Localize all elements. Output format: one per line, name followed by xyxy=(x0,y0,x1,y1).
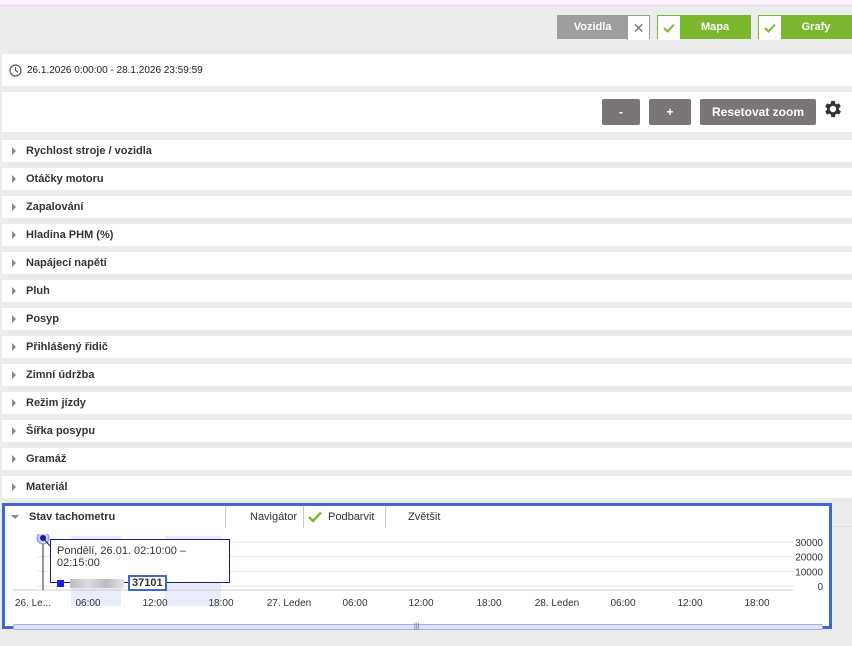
expand-arrow-icon[interactable] xyxy=(12,483,16,491)
expand-arrow-icon[interactable] xyxy=(12,399,16,407)
x-tick-label: 12:00 xyxy=(408,598,433,609)
chart-section-row[interactable]: Gramáž xyxy=(2,448,852,470)
section-label: Zimní údržba xyxy=(26,369,95,381)
series-marker-icon xyxy=(57,579,64,587)
x-tick-label: 26. Le... xyxy=(15,598,51,609)
close-icon[interactable]: ✕ xyxy=(627,16,649,40)
expand-arrow-icon[interactable] xyxy=(12,175,16,183)
section-label: Pluh xyxy=(26,285,50,297)
section-label: Napájecí napětí xyxy=(26,257,107,269)
section-label: Rychlost stroje / vozidla xyxy=(26,145,152,157)
section-label: Otáčky motoru xyxy=(26,173,104,185)
chart-title: Stav tachometru xyxy=(29,511,116,523)
y-tick-label: 30000 xyxy=(795,538,823,549)
clock-icon xyxy=(9,63,22,77)
expand-arrow-icon[interactable] xyxy=(12,287,16,295)
tooltip-date: Pondělí, 26.01. 02:10:00 – 02:15:00 xyxy=(57,545,187,569)
zvetsit-option[interactable]: Zvětšit xyxy=(385,506,465,528)
x-tick-label: 18:00 xyxy=(744,598,769,609)
chart-section-row[interactable]: Pluh xyxy=(2,280,852,302)
grafy-label: Grafy xyxy=(781,16,851,38)
x-tick-label: 28. Leden xyxy=(535,598,580,609)
chart-section-row[interactable]: Přihlášený řidič xyxy=(2,336,852,358)
y-tick-label: 20000 xyxy=(795,553,823,564)
x-tick-label: 27. Leden xyxy=(267,598,312,609)
x-tick-label: 18:00 xyxy=(476,598,501,609)
zoom-out-button[interactable]: - xyxy=(602,99,640,125)
date-range-bar: 26.1.2026 0:00:00 - 28.1.2026 23:59:59 xyxy=(2,54,852,86)
scroll-grip-icon[interactable]: ||| xyxy=(414,623,419,630)
chart-tooltip: Pondělí, 26.01. 02:10:00 – 02:15:00 3710… xyxy=(50,539,230,591)
date-range-text: 26.1.2026 0:00:00 - 28.1.2026 23:59:59 xyxy=(27,64,203,76)
x-tick-label: 18:00 xyxy=(208,598,233,609)
zoom-bar: - + Resetovat zoom xyxy=(2,92,852,132)
top-strip xyxy=(0,0,852,6)
expand-arrow-icon[interactable] xyxy=(12,343,16,351)
check-icon xyxy=(759,16,781,40)
grafy-toggle[interactable]: Grafy xyxy=(758,15,852,40)
zoom-in-button[interactable]: + xyxy=(649,99,691,125)
blurred-series-name xyxy=(70,578,124,588)
x-tick-label: 06:00 xyxy=(610,598,635,609)
chart-section-row[interactable]: Hladina PHM (%) xyxy=(2,224,852,246)
y-tick-label: 0 xyxy=(817,582,823,593)
chart-section-row[interactable]: Zimní údržba xyxy=(2,364,852,386)
section-label: Režim jízdy xyxy=(26,397,86,409)
section-label: Zapalování xyxy=(26,201,84,213)
chart-section-row[interactable]: Napájecí napětí xyxy=(2,252,852,274)
chart-section-row[interactable]: Materiál xyxy=(2,476,852,498)
expand-arrow-icon[interactable] xyxy=(12,231,16,239)
x-tick-label: 12:00 xyxy=(677,598,702,609)
section-label: Přihlášený řidič xyxy=(26,341,108,353)
vozidla-label: Vozidla xyxy=(558,16,628,38)
chart-section-row[interactable]: Otáčky motoru xyxy=(2,168,852,190)
x-tick-label: 06:00 xyxy=(342,598,367,609)
podbarvit-option[interactable]: Podbarvit xyxy=(303,506,385,528)
mapa-label: Mapa xyxy=(680,16,750,38)
expand-arrow-icon[interactable] xyxy=(12,259,16,267)
expand-arrow-icon[interactable] xyxy=(12,315,16,323)
expand-arrow-icon[interactable] xyxy=(12,455,16,463)
navigator-option[interactable]: Navigátor xyxy=(225,506,303,528)
chart-header[interactable]: Stav tachometru Navigátor Podbarvit Zvět… xyxy=(5,506,829,528)
section-label: Hladina PHM (%) xyxy=(26,229,114,241)
vozidla-toggle[interactable]: Vozidla ✕ xyxy=(557,15,650,40)
section-label: Gramáž xyxy=(26,453,67,465)
chart-section-row[interactable]: Rychlost stroje / vozidla xyxy=(2,140,852,162)
mapa-toggle[interactable]: Mapa xyxy=(657,15,751,40)
x-tick-label: 12:00 xyxy=(142,598,167,609)
check-icon xyxy=(658,16,680,40)
expand-arrow-icon[interactable] xyxy=(12,147,16,155)
reset-zoom-button[interactable]: Resetovat zoom xyxy=(700,99,816,125)
x-tick-label: 06:00 xyxy=(75,598,100,609)
section-label: Posyp xyxy=(26,313,60,325)
chart-section-row[interactable]: Režim jízdy xyxy=(2,392,852,414)
chart-section-row[interactable]: Posyp xyxy=(2,308,852,330)
collapse-arrow-icon[interactable] xyxy=(11,515,19,519)
chart-header-divider xyxy=(831,526,852,527)
expand-arrow-icon[interactable] xyxy=(12,427,16,435)
chart-section-row[interactable]: Zapalování xyxy=(2,196,852,218)
top-toolbar: Vozidla ✕ Mapa Grafy xyxy=(0,7,852,47)
tooltip-value: 37101 xyxy=(128,575,167,591)
expand-arrow-icon[interactable] xyxy=(12,371,16,379)
y-tick-label: 10000 xyxy=(795,567,823,578)
section-label: Materiál xyxy=(26,481,68,493)
navigator-scrollbar[interactable]: ||| xyxy=(13,623,823,630)
expand-arrow-icon[interactable] xyxy=(12,203,16,211)
gear-icon[interactable] xyxy=(822,98,844,120)
check-icon xyxy=(308,511,322,523)
section-label: Šířka posypu xyxy=(26,425,96,437)
chart-panel-stav-tachometru: Stav tachometru Navigátor Podbarvit Zvět… xyxy=(2,503,832,630)
chart-section-row[interactable]: Šířka posypu xyxy=(2,420,852,442)
